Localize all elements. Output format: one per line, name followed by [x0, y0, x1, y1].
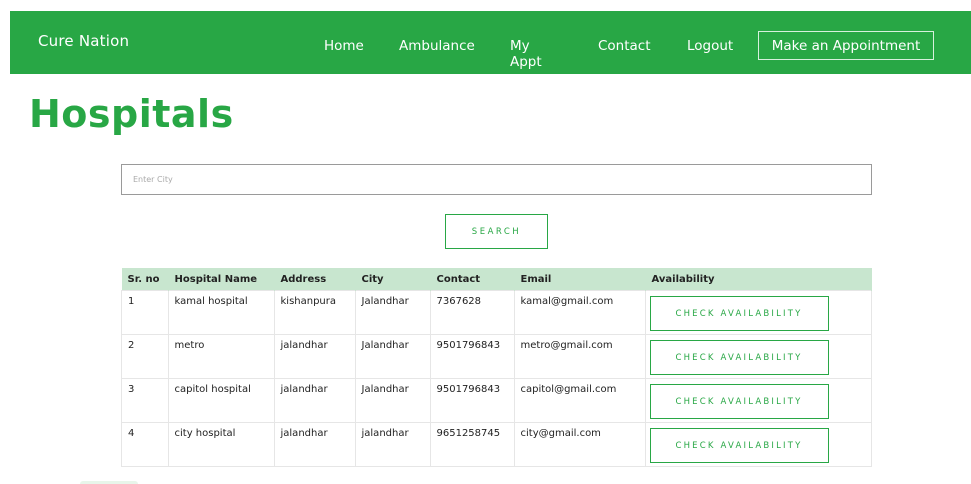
cell-city: Jalandhar: [354, 378, 431, 423]
cell-sr-no: 3: [121, 378, 169, 423]
cell-address: kishanpura: [273, 290, 356, 335]
cell-hospital-name: kamal hospital: [167, 290, 275, 335]
cell-sr-no: 4: [121, 422, 169, 467]
table-row: 1 kamal hospital kishanpura Jalandhar 73…: [121, 290, 872, 335]
navbar: Cure Nation Home Ambulance My Appt Conta…: [10, 11, 971, 74]
cell-email: metro@gmail.com: [513, 334, 646, 379]
cell-hospital-name: metro: [167, 334, 275, 379]
header-address: Address: [274, 268, 356, 291]
header-availability: Availability: [645, 268, 872, 291]
cell-city: Jalandhar: [354, 334, 431, 379]
cell-contact: 9501796843: [429, 334, 515, 379]
search-button[interactable]: SEARCH: [445, 214, 548, 249]
check-availability-button[interactable]: CHECK AVAILABILITY: [649, 296, 829, 331]
cell-sr-no: 1: [121, 290, 169, 335]
hospitals-table: Sr. no Hospital Name Address City Contac…: [121, 268, 872, 467]
table-row: 4 city hospital jalandhar jalandhar 9651…: [121, 422, 872, 467]
cell-contact: 9651258745: [429, 422, 515, 467]
cell-availability: CHECK AVAILABILITY: [644, 378, 872, 423]
cell-availability: CHECK AVAILABILITY: [644, 422, 872, 467]
cell-sr-no: 2: [121, 334, 169, 379]
cell-address: jalandhar: [273, 334, 356, 379]
check-availability-button[interactable]: CHECK AVAILABILITY: [649, 428, 829, 463]
check-availability-button[interactable]: CHECK AVAILABILITY: [649, 384, 829, 419]
cell-city: Jalandhar: [354, 290, 431, 335]
header-email: Email: [514, 268, 646, 291]
header-sr-no: Sr. no: [121, 268, 169, 291]
cell-hospital-name: capitol hospital: [167, 378, 275, 423]
cell-email: kamal@gmail.com: [513, 290, 646, 335]
city-search-input[interactable]: [121, 164, 872, 195]
cell-address: jalandhar: [273, 378, 356, 423]
cell-address: jalandhar: [273, 422, 356, 467]
check-availability-button[interactable]: CHECK AVAILABILITY: [649, 340, 829, 375]
cell-email: city@gmail.com: [513, 422, 646, 467]
nav-link-home[interactable]: Home: [324, 38, 364, 54]
table-row: 2 metro jalandhar Jalandhar 9501796843 m…: [121, 334, 872, 379]
cell-email: capitol@gmail.com: [513, 378, 646, 423]
nav-link-logout[interactable]: Logout: [687, 38, 733, 54]
table-row: 3 capitol hospital jalandhar Jalandhar 9…: [121, 378, 872, 423]
header-city: City: [355, 268, 431, 291]
cell-contact: 7367628: [429, 290, 515, 335]
nav-link-contact[interactable]: Contact: [598, 38, 651, 54]
make-appointment-button[interactable]: Make an Appointment: [758, 31, 934, 60]
cell-availability: CHECK AVAILABILITY: [644, 290, 872, 335]
cell-hospital-name: city hospital: [167, 422, 275, 467]
brand-logo[interactable]: Cure Nation: [38, 32, 129, 50]
cell-availability: CHECK AVAILABILITY: [644, 334, 872, 379]
cell-contact: 9501796843: [429, 378, 515, 423]
header-hospital-name: Hospital Name: [168, 268, 275, 291]
nav-link-my-appt[interactable]: My Appt: [510, 38, 542, 70]
table-header-row: Sr. no Hospital Name Address City Contac…: [121, 268, 872, 291]
page-title: Hospitals: [29, 92, 234, 136]
nav-link-ambulance[interactable]: Ambulance: [399, 38, 475, 54]
cell-city: jalandhar: [354, 422, 431, 467]
header-contact: Contact: [430, 268, 515, 291]
